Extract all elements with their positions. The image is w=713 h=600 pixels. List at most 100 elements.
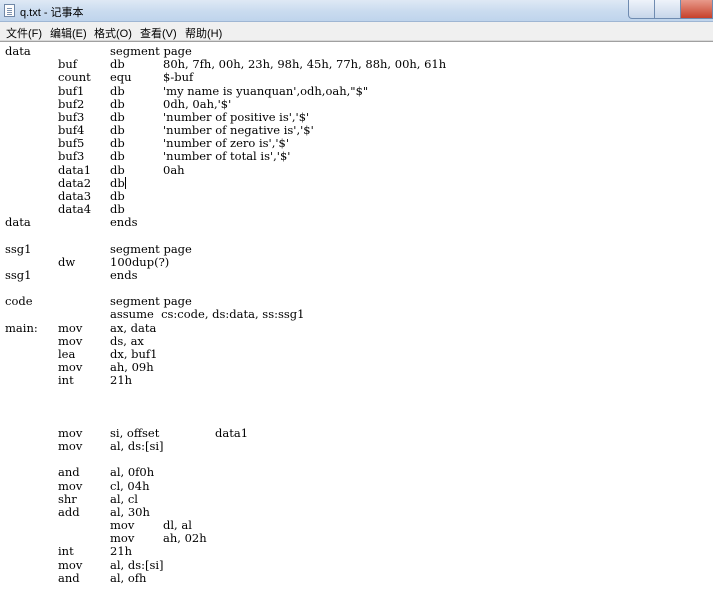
line-token: db	[110, 109, 125, 124]
text-line: mov al, ds:[si]	[0, 440, 713, 453]
line-token: 'number of total is','$'	[163, 149, 291, 164]
line-token: equ	[110, 70, 132, 85]
line-token: al, ofh	[110, 570, 147, 585]
line-token: add	[58, 504, 80, 519]
line-token: dw	[58, 254, 76, 269]
text-line: and al, ofh	[0, 570, 713, 585]
menu-bar: 文件(F) 编辑(E) 格式(O) 查看(V) 帮助(H)	[0, 22, 713, 41]
close-button[interactable]	[681, 0, 713, 19]
line-token: db	[110, 136, 125, 151]
line-token: cl, 04h	[110, 478, 150, 493]
line-token: shr	[58, 491, 77, 506]
maximize-button[interactable]	[655, 0, 681, 19]
text-line	[0, 453, 713, 466]
text-line: data segment page	[0, 45, 713, 58]
text-editor-area[interactable]: data segment page buf db 80h, 7fh, 00h, 23h,…	[0, 41, 713, 600]
text-line: data4 db	[0, 203, 713, 216]
text-line: mov ah, 09h	[0, 361, 713, 374]
line-token: ssg1	[5, 241, 32, 256]
text-line: data2 db	[0, 175, 713, 190]
line-token: buf3	[58, 109, 85, 124]
line-token: segment page	[110, 294, 192, 309]
line-token: data3	[58, 188, 92, 203]
text-line: lea dx, buf1	[0, 346, 713, 361]
line-token: data1	[215, 425, 249, 440]
text-line: data3 db	[0, 188, 713, 203]
line-token: 21h	[110, 544, 133, 559]
line-token: data4	[58, 202, 92, 217]
line-token: mov	[58, 425, 83, 440]
line-token: db	[110, 149, 125, 164]
text-line: code segment page	[0, 295, 713, 308]
title-bar[interactable]: q.txt - 记事本	[0, 0, 713, 22]
text-line: and al, 0f0h	[0, 466, 713, 479]
text-line: mov ds, ax	[0, 333, 713, 348]
line-token: mov	[58, 439, 83, 454]
minimize-button[interactable]	[628, 0, 655, 19]
menu-file[interactable]: 文件(F)	[6, 25, 42, 41]
text-line: buf1 db 'my name is yuanquan',odh,oah,"$"	[0, 83, 713, 98]
line-token: 'number of positive is','$'	[163, 109, 310, 124]
line-token: 0ah	[163, 162, 185, 177]
line-token: lea	[58, 346, 76, 361]
text-line: mov dl, al	[0, 519, 713, 532]
text-line: buf db 80h, 7fh, 00h, 23h, 98h, 45h, 77h, …	[0, 58, 713, 71]
text-line: mov ah, 02h	[0, 532, 713, 545]
notepad-app-icon[interactable]	[4, 4, 15, 17]
text-line: mov al, ds:[si]	[0, 558, 713, 572]
line-token: db	[110, 175, 126, 190]
text-line: int 21h	[0, 374, 713, 387]
text-line: add al, 30h	[0, 504, 713, 519]
line-token: code	[5, 294, 33, 309]
line-token: si, offset	[110, 425, 160, 440]
line-token: mov	[58, 360, 83, 375]
line-token: mov	[58, 478, 83, 493]
text-line: ssg1 ends	[0, 267, 713, 282]
text-line: count equ $-buf	[0, 71, 713, 84]
window-title: q.txt - 记事本	[20, 7, 84, 19]
line-token: db	[110, 123, 125, 138]
line-token: ah, 09h	[110, 360, 154, 375]
text-line: buf4 db 'number of negative is','$'	[0, 124, 713, 137]
text-line: data1 db 0ah	[0, 162, 713, 177]
line-token: ah, 02h	[163, 531, 207, 546]
line-token: 'number of negative is','$'	[163, 123, 314, 138]
line-token: buf2	[58, 96, 85, 111]
line-token: data	[5, 215, 31, 230]
line-token: db	[110, 83, 125, 98]
line-token: ds, ax	[110, 333, 144, 348]
line-token: int	[58, 544, 74, 559]
text-line: mov cl, 04h	[0, 478, 713, 493]
line-token: data2	[58, 175, 92, 190]
line-token: ssg1	[5, 267, 32, 282]
text-line	[0, 282, 713, 295]
line-token: 100dup(?)	[110, 254, 170, 269]
line-token: db	[110, 202, 125, 217]
line-token: db	[110, 96, 125, 111]
menu-format[interactable]: 格式(O)	[94, 25, 132, 41]
line-token: and	[58, 570, 80, 585]
line-token: al, cl	[110, 491, 138, 506]
line-token: mov	[58, 333, 83, 348]
line-token: al, 30h	[110, 504, 150, 519]
line-token: 'my name is yuanquan',odh,oah,"$"	[163, 83, 369, 98]
text-line	[0, 387, 713, 400]
text-line: int 21h	[0, 545, 713, 558]
line-token: buf3	[58, 149, 85, 164]
text-line: assume cs:code, ds:data, ss:ssg1	[0, 308, 713, 321]
line-token: ends	[110, 215, 138, 230]
menu-view[interactable]: 查看(V)	[140, 25, 177, 41]
menu-help[interactable]: 帮助(H)	[185, 25, 222, 41]
menu-edit[interactable]: 编辑(E)	[50, 25, 87, 41]
text-line: buf2 db 0dh, 0ah,'$'	[0, 96, 713, 111]
line-token: 80h, 7fh, 00h, 23h, 98h, 45h, 77h, 88h, …	[163, 57, 447, 72]
line-token: buf4	[58, 123, 85, 138]
line-token: buf5	[58, 136, 85, 151]
line-token: 21h	[110, 373, 133, 388]
line-token: segment page	[110, 44, 192, 58]
line-token: db	[110, 57, 125, 72]
line-token: buf	[58, 57, 78, 72]
text-line: buf3 db 'number of total is','$'	[0, 150, 713, 163]
line-token: and	[58, 465, 80, 480]
line-token: mov	[58, 320, 83, 335]
